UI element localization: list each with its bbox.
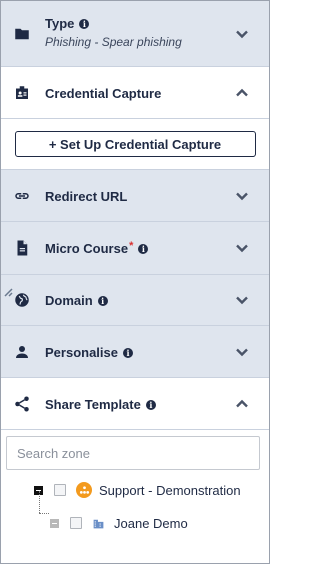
tree-node-org[interactable]: Support - Demonstration [34, 481, 241, 499]
chevron-down-icon[interactable] [235, 189, 249, 203]
chevron-up-icon[interactable] [235, 397, 249, 411]
search-zone-input[interactable] [6, 436, 260, 470]
tree-node-label: Support - Demonstration [99, 482, 241, 498]
info-icon[interactable]: i [79, 18, 90, 29]
setup-credential-capture-button[interactable]: + Set Up Credential Capture [14, 131, 256, 157]
section-type-subtitle: Phishing - Spear phishing [45, 35, 182, 49]
chevron-down-icon[interactable] [235, 241, 249, 255]
section-credential-capture[interactable]: Credential Capture [1, 67, 269, 119]
section-credential-capture-title: Credential Capture [45, 86, 162, 101]
tree-checkbox[interactable] [70, 517, 82, 529]
chevron-down-icon[interactable] [235, 293, 249, 307]
section-redirect-url[interactable]: Redirect URL [1, 170, 269, 222]
collapse-toggle[interactable] [50, 518, 59, 528]
section-redirect-url-title: Redirect URL [45, 189, 128, 204]
chevron-up-icon[interactable] [235, 86, 249, 100]
section-micro-course[interactable]: Micro Course * i [1, 222, 269, 275]
required-marker: * [129, 239, 134, 252]
chevron-down-icon[interactable] [235, 345, 249, 359]
document-icon [13, 239, 31, 257]
section-personalise-title: Personalise i [45, 345, 133, 360]
tree-connector [39, 513, 49, 514]
section-share-template-title: Share Template i [45, 397, 156, 412]
section-share-template[interactable]: Share Template i [1, 378, 269, 430]
section-type[interactable]: Type i Phishing - Spear phishing [1, 1, 269, 67]
section-domain[interactable]: Domain i [1, 275, 269, 326]
section-personalise[interactable]: Personalise i [1, 326, 269, 378]
link-icon [13, 187, 31, 205]
info-icon[interactable]: i [97, 295, 108, 306]
resize-handle-icon[interactable] [4, 285, 14, 297]
info-icon[interactable]: i [138, 243, 149, 254]
organization-icon [76, 482, 92, 498]
section-type-title: Type i [45, 16, 90, 31]
chevron-down-icon[interactable] [235, 27, 249, 41]
tree-connector [39, 491, 40, 513]
folder-icon [13, 25, 31, 43]
share-template-body: Support - Demonstration Joane Demo [1, 430, 269, 562]
person-icon [13, 343, 31, 361]
section-domain-title: Domain i [45, 293, 108, 308]
settings-panel: Type i Phishing - Spear phishing Credent… [0, 0, 270, 564]
info-icon[interactable]: i [145, 399, 156, 410]
tree-node-label: Joane Demo [114, 515, 188, 531]
tree-checkbox[interactable] [54, 484, 66, 496]
section-micro-course-title: Micro Course * i [45, 239, 149, 256]
globe-icon [13, 291, 31, 309]
credential-capture-body: + Set Up Credential Capture [1, 119, 269, 170]
id-badge-icon [13, 84, 31, 102]
info-icon[interactable]: i [123, 347, 133, 358]
share-icon [13, 395, 31, 413]
tree-node-child[interactable]: Joane Demo [50, 514, 188, 532]
building-icon [92, 517, 105, 530]
